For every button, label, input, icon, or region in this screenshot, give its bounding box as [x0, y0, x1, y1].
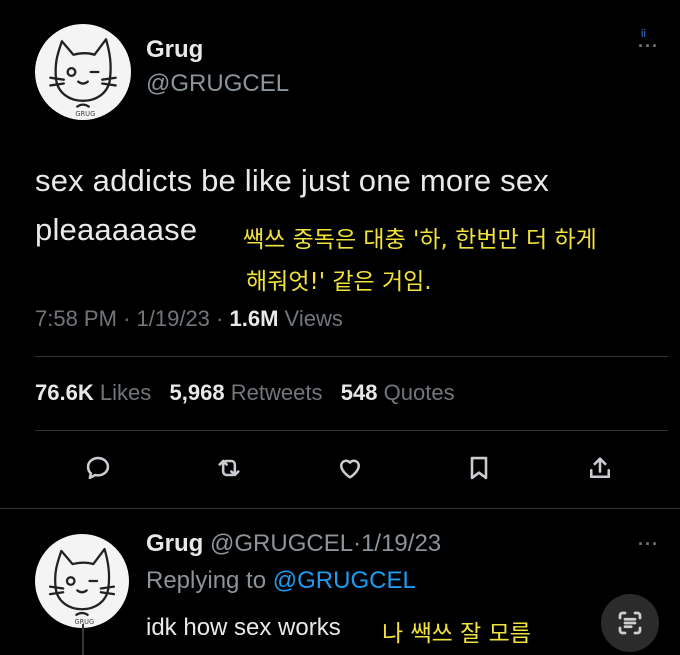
views-count: 1.6M: [229, 306, 279, 331]
reply-author-name[interactable]: Grug: [146, 530, 203, 557]
korean-translation-line1: 쌕쓰 중독은 대충 '하, 한번만 더 하게: [243, 227, 597, 253]
retweets-stat[interactable]: 5,968 Retweets: [170, 380, 323, 405]
reply-date[interactable]: 1/19/23: [361, 530, 441, 557]
more-options-icon[interactable]: ···: [638, 36, 659, 57]
tweet-time[interactable]: 7:58 PM: [35, 306, 117, 331]
tweet-meta: 7:58 PM · 1/19/23 · 1.6M Views: [35, 306, 343, 332]
reply-avatar[interactable]: GRUG: [35, 534, 129, 628]
replying-to: Replying to @GRUGCEL: [146, 567, 416, 595]
divider: [35, 430, 668, 431]
like-icon[interactable]: [333, 451, 367, 485]
author-handle[interactable]: @GRUGCEL: [146, 70, 289, 98]
reply-icon[interactable]: [81, 451, 115, 485]
thread-line: [82, 624, 84, 655]
reply-korean-translation: 나 쌕쓰 잘 모름: [382, 621, 531, 647]
reply-author-handle[interactable]: @GRUGCEL: [210, 530, 353, 557]
meta-separator: ·: [216, 306, 224, 331]
author-name[interactable]: Grug: [146, 36, 203, 64]
avatar[interactable]: GRUG: [35, 24, 131, 120]
svg-text:GRUG: GRUG: [74, 618, 94, 626]
share-icon[interactable]: [583, 451, 617, 485]
replying-to-handle[interactable]: @GRUGCEL: [273, 567, 416, 594]
views-label: Views: [284, 306, 343, 331]
reply-header: Grug @GRUGCEL·1/19/23: [146, 530, 441, 558]
text-scan-button[interactable]: [601, 594, 659, 652]
likes-stat[interactable]: 76.6K Likes: [35, 380, 151, 405]
tweet-text-line1: sex addicts be like just one more sex: [35, 163, 549, 198]
tweet-text-line2: pleaaaaase: [35, 212, 198, 247]
reply-text: idk how sex works: [146, 614, 341, 641]
tweet-date[interactable]: 1/19/23: [137, 306, 210, 331]
korean-translation-line2: 해줘엇!' 같은 거임.: [246, 269, 432, 295]
tweet-stats: 76.6K Likes 5,968 Retweets 548 Quotes: [35, 380, 455, 406]
scan-text-icon: [618, 611, 642, 635]
reply-more-options-icon[interactable]: ···: [638, 534, 659, 555]
meta-separator: ·: [123, 306, 131, 331]
cat-drawing-icon: GRUG: [49, 38, 117, 118]
retweet-icon[interactable]: [212, 451, 246, 485]
svg-text:GRUG: GRUG: [75, 110, 95, 118]
quotes-stat[interactable]: 548 Quotes: [341, 380, 455, 405]
divider: [35, 356, 668, 357]
cat-drawing-icon: GRUG: [48, 547, 116, 626]
divider: [0, 508, 680, 509]
meta-separator: ·: [353, 530, 362, 557]
bookmark-icon[interactable]: [462, 451, 496, 485]
replying-to-label: Replying to: [146, 567, 267, 594]
